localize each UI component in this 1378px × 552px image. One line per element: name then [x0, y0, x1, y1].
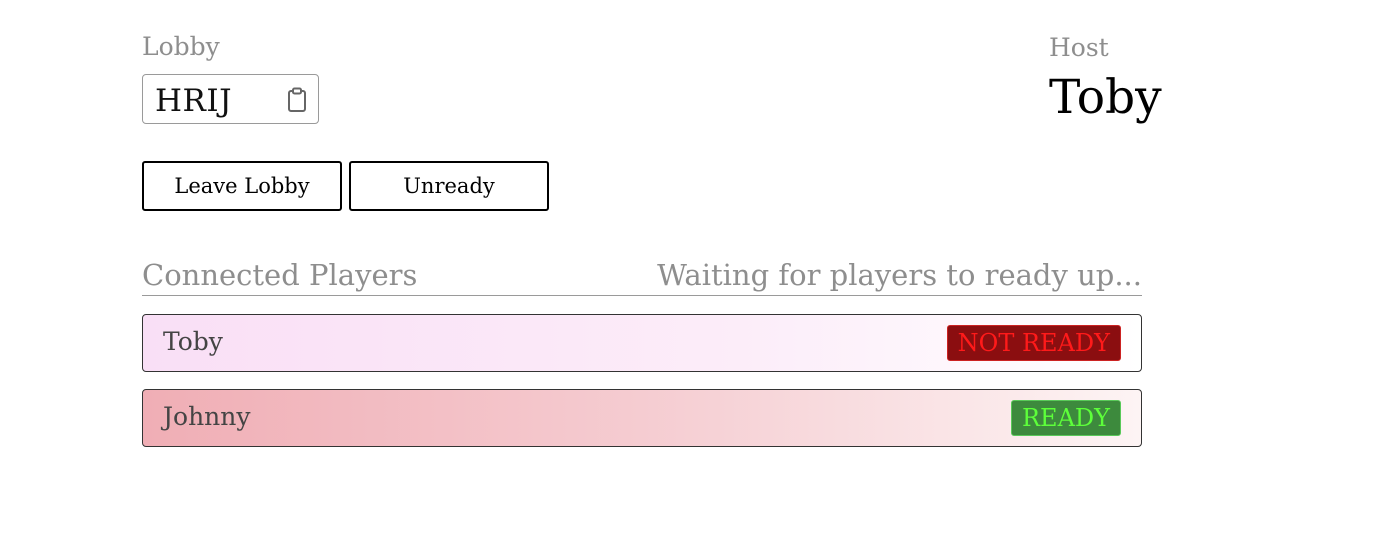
player-row: Toby NOT READY: [142, 314, 1142, 372]
clipboard-icon[interactable]: [286, 87, 308, 113]
lobby-label: Lobby: [142, 32, 220, 61]
ready-badge: READY: [1010, 400, 1121, 436]
leave-lobby-button[interactable]: Leave Lobby: [142, 161, 342, 211]
player-name: Johnny: [163, 402, 251, 431]
lobby-page: Lobby HRIJ Host Toby Leave Lobby Unready…: [0, 0, 1378, 552]
players-status-text: Waiting for players to ready up...: [657, 258, 1142, 292]
lobby-code: HRIJ: [155, 83, 233, 119]
player-row: Johnny READY: [142, 389, 1142, 447]
lobby-code-field[interactable]: HRIJ: [142, 74, 319, 124]
players-header: Connected Players Waiting for players to…: [142, 256, 1142, 296]
not-ready-badge: NOT READY: [946, 325, 1121, 361]
player-name: Toby: [163, 327, 223, 356]
players-title: Connected Players: [142, 258, 418, 292]
host-name: Toby: [1049, 70, 1162, 125]
host-label: Host: [1049, 33, 1109, 62]
unready-button[interactable]: Unready: [349, 161, 549, 211]
